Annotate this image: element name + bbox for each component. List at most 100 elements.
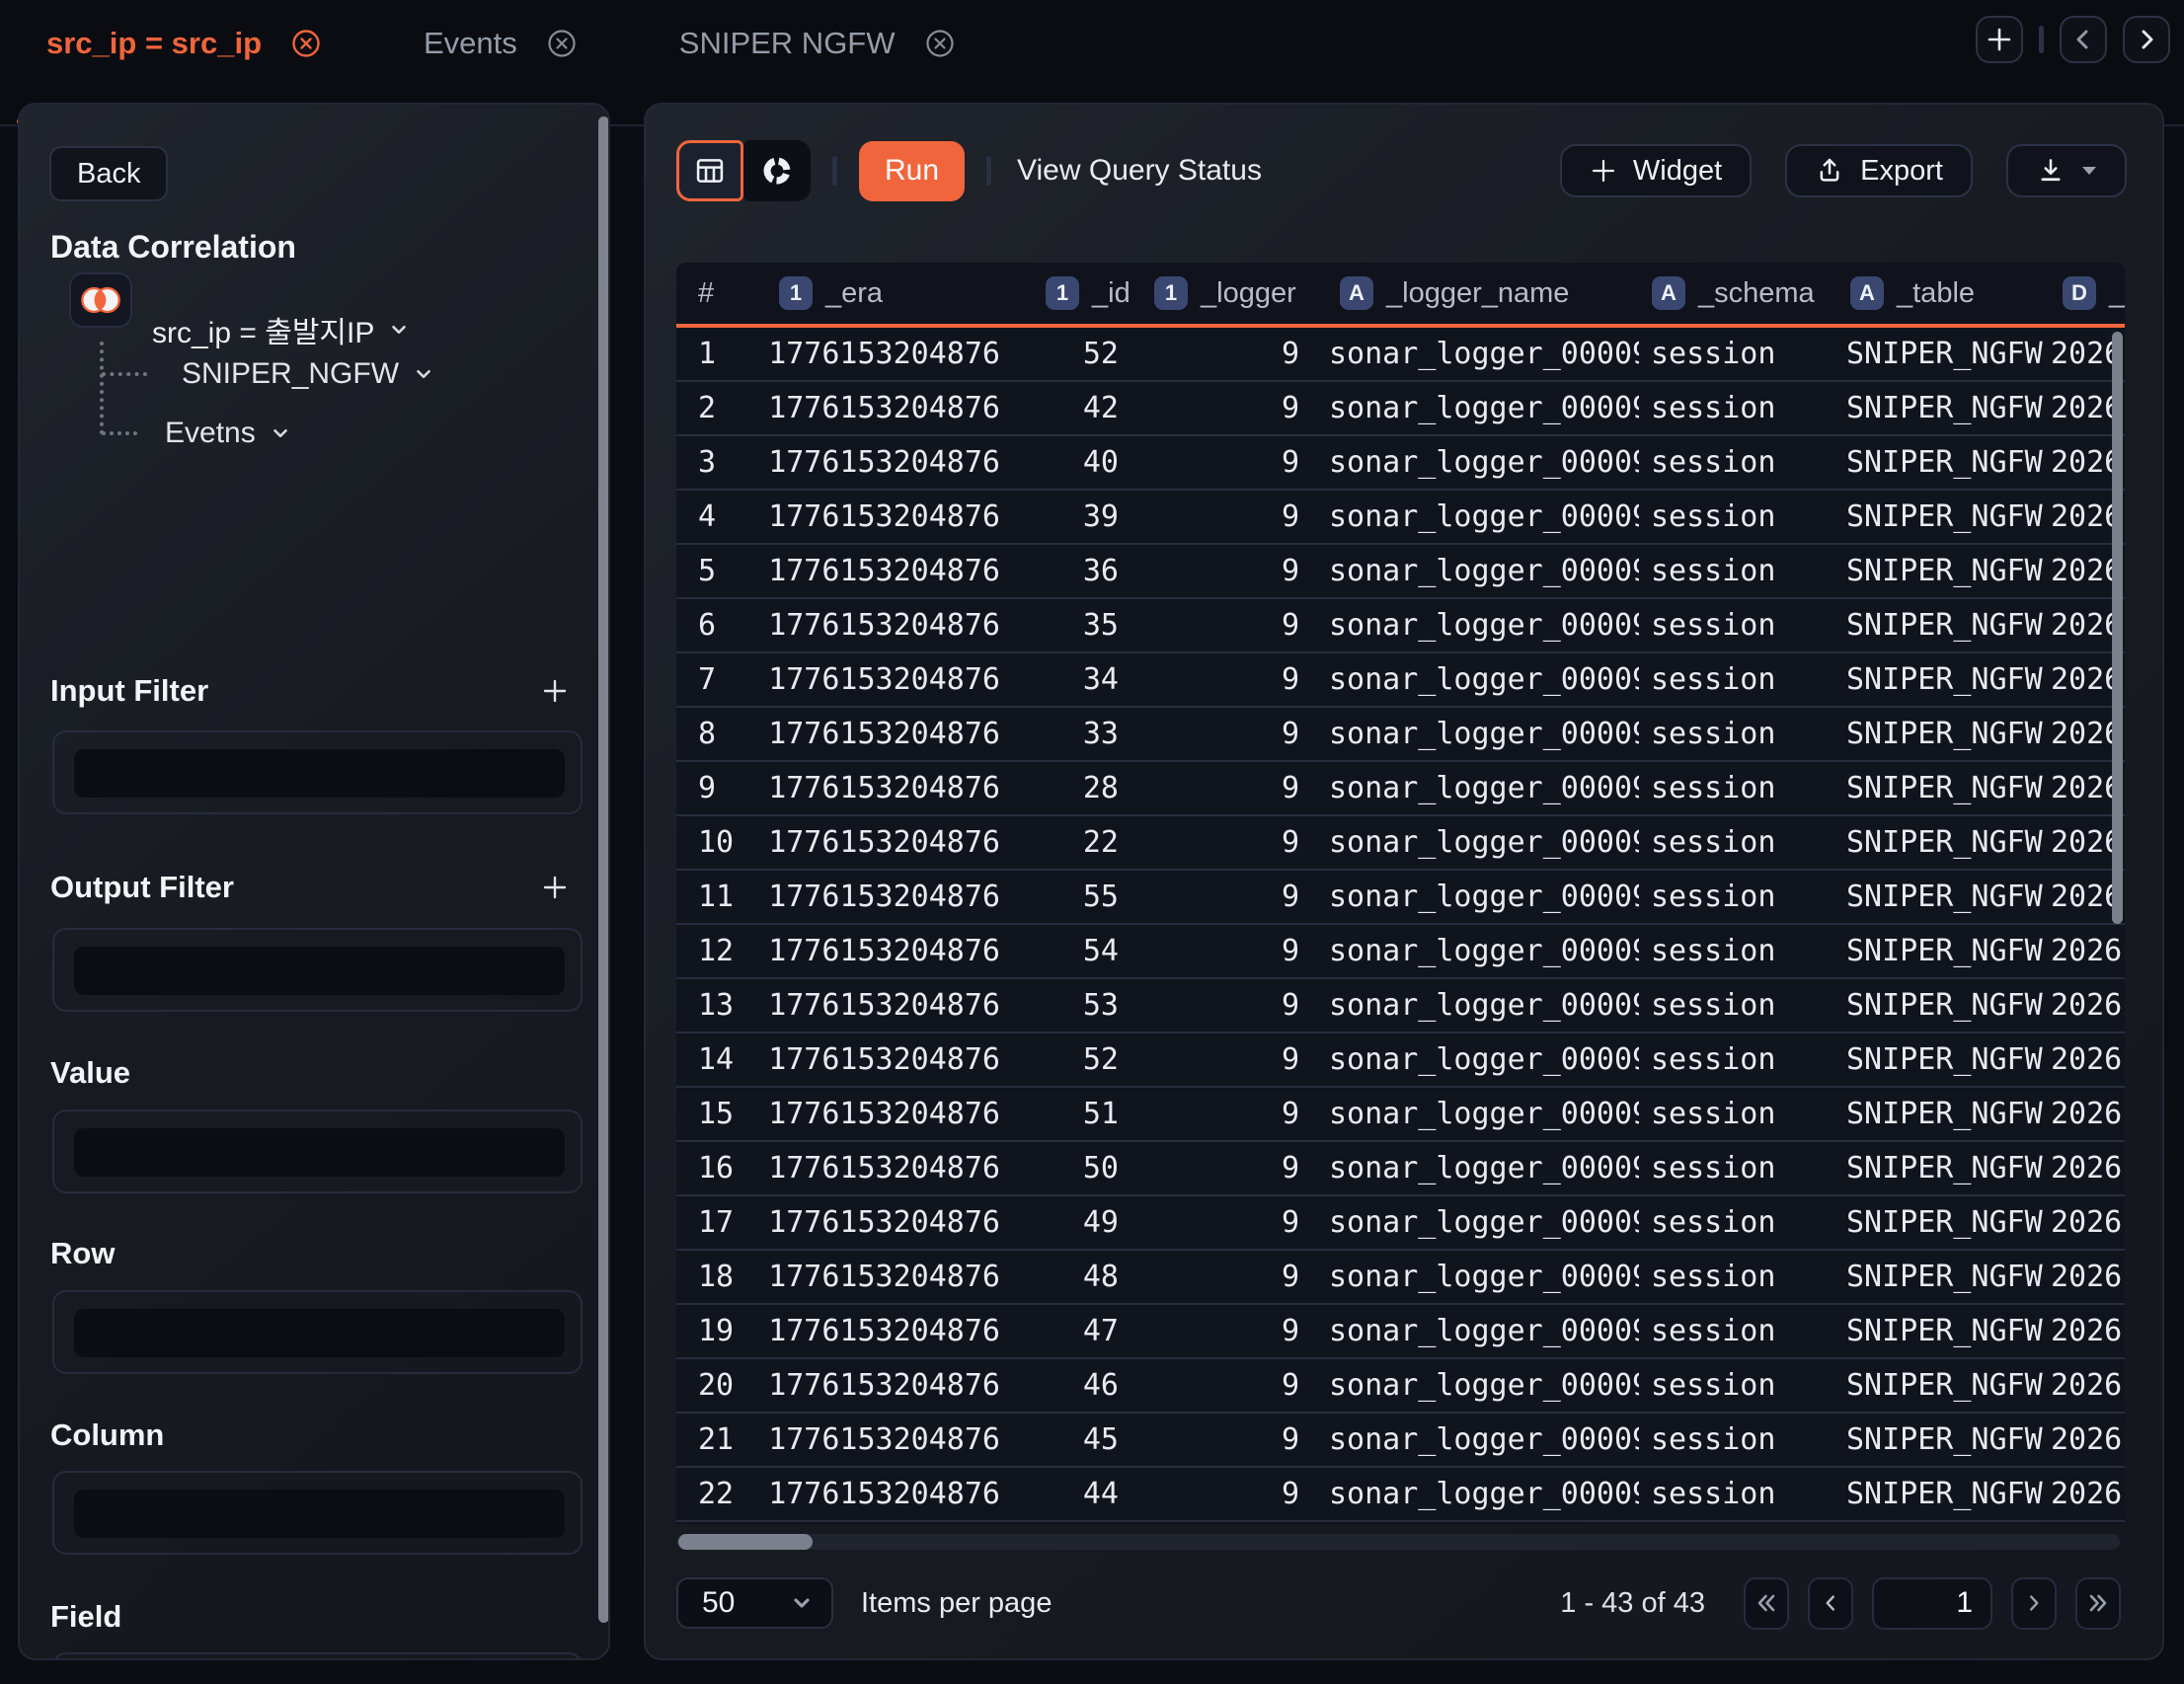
table-horizontal-scrollbar-track[interactable] xyxy=(676,1534,2120,1550)
page-size-value: 50 xyxy=(702,1586,735,1620)
column-header-_era[interactable]: 1_era xyxy=(765,263,1032,324)
cell-_logger_name: sonar_logger_00009 xyxy=(1323,554,1639,588)
close-icon[interactable] xyxy=(547,29,577,58)
table-row[interactable]: 171776153204876499sonar_logger_00009sess… xyxy=(676,1196,2125,1251)
tree-child-sniper-ngfw[interactable]: SNIPER_NGFW xyxy=(182,357,434,391)
toolbar-divider xyxy=(986,156,991,186)
cell-#: 16 xyxy=(676,1151,765,1186)
cell-_id: 52 xyxy=(1032,1042,1140,1077)
cell-_logger: 9 xyxy=(1140,717,1323,751)
output-filter-field[interactable] xyxy=(74,947,565,995)
table-row[interactable]: 91776153204876289sonar_logger_00009sessi… xyxy=(676,762,2125,816)
table-row[interactable]: 191776153204876479sonar_logger_00009sess… xyxy=(676,1305,2125,1359)
column-header-_id[interactable]: 1_id xyxy=(1032,263,1140,324)
table-row[interactable]: 71776153204876349sonar_logger_00009sessi… xyxy=(676,653,2125,708)
cell-_logger: 9 xyxy=(1140,825,1323,860)
table-view-button[interactable] xyxy=(676,140,743,201)
plus-icon xyxy=(1590,157,1617,185)
prev-page-button[interactable] xyxy=(1808,1577,1853,1630)
table-row[interactable]: 11776153204876529sonar_logger_00009sessi… xyxy=(676,328,2125,382)
double-chevron-right-icon xyxy=(2085,1590,2111,1616)
cell-_logger: 9 xyxy=(1140,934,1323,968)
table-vertical-scrollbar[interactable] xyxy=(2112,332,2123,924)
page-size-select[interactable]: 50 xyxy=(676,1577,833,1629)
row-field[interactable] xyxy=(74,1309,565,1357)
table-row[interactable]: 111776153204876559sonar_logger_00009sess… xyxy=(676,871,2125,925)
cell-_logger_name: sonar_logger_00009 xyxy=(1323,880,1639,914)
cell-_era: 1776153204876 xyxy=(765,1260,1032,1294)
table-row[interactable]: 201776153204876469sonar_logger_00009sess… xyxy=(676,1359,2125,1414)
cell-_id: 34 xyxy=(1032,662,1140,697)
tree-root-src-ip[interactable]: src_ip = 출발지IP xyxy=(152,308,410,351)
column-label: Column xyxy=(50,1417,164,1453)
cell-_schema: session xyxy=(1639,608,1836,643)
next-page-button[interactable] xyxy=(2011,1577,2057,1630)
cell-_ti: 2026- xyxy=(2049,1477,2125,1511)
table-row[interactable]: 221776153204876449sonar_logger_00009sess… xyxy=(676,1468,2125,1522)
column-header-_ti[interactable]: D_ti xyxy=(2049,263,2125,324)
run-button[interactable]: Run xyxy=(859,141,965,201)
column-type-badge: 1 xyxy=(1154,276,1188,310)
table-row[interactable]: 131776153204876539sonar_logger_00009sess… xyxy=(676,979,2125,1033)
export-button[interactable]: Export xyxy=(1785,144,1973,197)
table-row[interactable]: 101776153204876229sonar_logger_00009sess… xyxy=(676,816,2125,871)
table-row[interactable]: 31776153204876409sonar_logger_00009sessi… xyxy=(676,436,2125,491)
table-row[interactable]: 61776153204876359sonar_logger_00009sessi… xyxy=(676,599,2125,653)
divider xyxy=(2039,26,2044,53)
cell-_schema: session xyxy=(1639,1260,1836,1294)
download-menu-button[interactable] xyxy=(2006,144,2127,197)
back-button[interactable]: Back xyxy=(49,146,168,201)
view-query-status-link[interactable]: View Query Status xyxy=(1017,154,1262,188)
view-toggle xyxy=(676,140,811,201)
results-panel: Run View Query Status Widget Export #1_e… xyxy=(644,103,2164,1660)
add-widget-button[interactable]: Widget xyxy=(1560,144,1752,197)
column-header-_logger_name[interactable]: A_logger_name xyxy=(1323,263,1639,324)
toolbar-right: Widget Export xyxy=(1560,144,2127,197)
table-row[interactable]: 141776153204876529sonar_logger_00009sess… xyxy=(676,1033,2125,1088)
toolbar-divider xyxy=(832,156,837,186)
add-tab-button[interactable] xyxy=(1976,16,2023,63)
sidebar-scrollbar[interactable] xyxy=(598,116,609,1623)
next-tab-button[interactable] xyxy=(2123,16,2170,63)
page-number-input[interactable]: 1 xyxy=(1872,1577,1992,1630)
cell-#: 20 xyxy=(676,1368,765,1403)
value-field[interactable] xyxy=(74,1128,565,1177)
cell-_ti: 2026- xyxy=(2049,1151,2125,1186)
table-row[interactable]: 51776153204876369sonar_logger_00009sessi… xyxy=(676,545,2125,599)
column-header-_schema[interactable]: A_schema xyxy=(1639,263,1836,324)
table-row[interactable]: 41776153204876399sonar_logger_00009sessi… xyxy=(676,491,2125,545)
last-page-button[interactable] xyxy=(2075,1577,2121,1630)
output-filter-add-button[interactable] xyxy=(535,868,575,907)
table-row[interactable]: 81776153204876339sonar_logger_00009sessi… xyxy=(676,708,2125,762)
cell-#: 12 xyxy=(676,934,765,968)
column-header-_table[interactable]: A_table xyxy=(1836,263,2049,324)
cell-_era: 1776153204876 xyxy=(765,662,1032,697)
cell-_logger: 9 xyxy=(1140,662,1323,697)
tree-child-evetns[interactable]: Evetns xyxy=(165,417,291,450)
table-row[interactable]: 121776153204876549sonar_logger_00009sess… xyxy=(676,925,2125,979)
column-header-#[interactable]: # xyxy=(676,263,765,324)
table-row[interactable]: 151776153204876519sonar_logger_00009sess… xyxy=(676,1088,2125,1142)
close-icon[interactable] xyxy=(291,29,321,58)
table-horizontal-scrollbar-thumb[interactable] xyxy=(678,1534,813,1550)
close-icon[interactable] xyxy=(925,29,955,58)
cell-_schema: session xyxy=(1639,1042,1836,1077)
cell-_logger_name: sonar_logger_00009 xyxy=(1323,988,1639,1023)
table-row[interactable]: 211776153204876459sonar_logger_00009sess… xyxy=(676,1414,2125,1468)
table-row[interactable]: 21776153204876429sonar_logger_00009sessi… xyxy=(676,382,2125,436)
column-header-_logger[interactable]: 1_logger xyxy=(1140,263,1323,324)
prev-tab-button[interactable] xyxy=(2060,16,2107,63)
cell-_ti: 2026- xyxy=(2049,1422,2125,1457)
first-page-button[interactable] xyxy=(1744,1577,1789,1630)
cell-_schema: session xyxy=(1639,499,1836,534)
cell-_schema: session xyxy=(1639,554,1836,588)
input-filter-add-button[interactable] xyxy=(535,671,575,711)
double-chevron-left-icon xyxy=(1754,1590,1779,1616)
cell-_schema: session xyxy=(1639,337,1836,371)
column-field[interactable] xyxy=(74,1490,565,1538)
table-row[interactable]: 181776153204876489sonar_logger_00009sess… xyxy=(676,1251,2125,1305)
chart-view-button[interactable] xyxy=(743,140,811,201)
table-row[interactable]: 161776153204876509sonar_logger_00009sess… xyxy=(676,1142,2125,1196)
input-filter-field[interactable] xyxy=(74,749,565,798)
tab-label: SNIPER NGFW xyxy=(679,24,896,63)
